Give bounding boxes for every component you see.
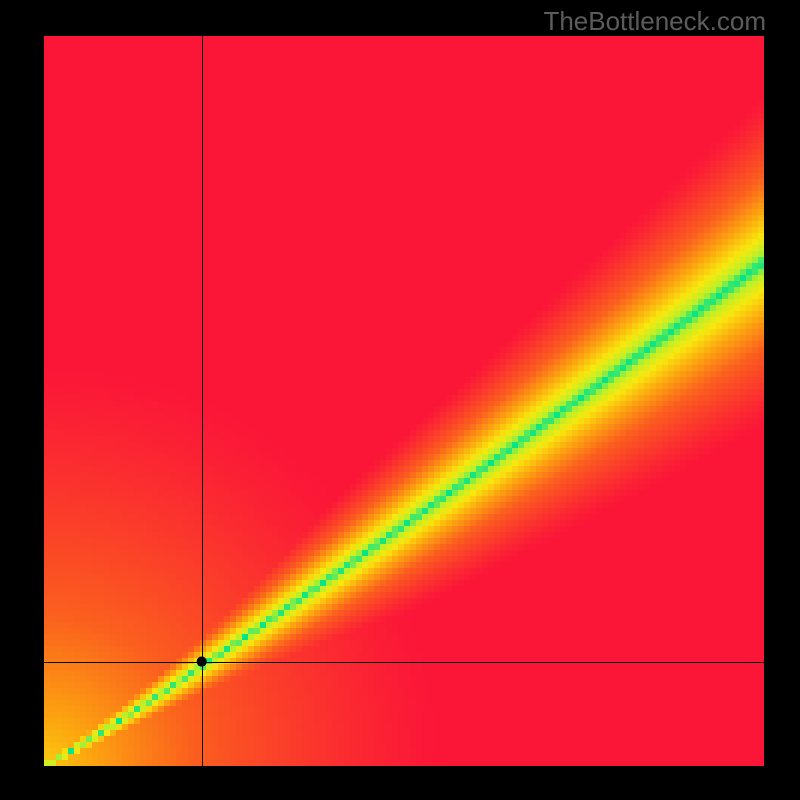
watermark-text: TheBottleneck.com [543, 6, 766, 37]
page-frame: TheBottleneck.com [0, 0, 800, 800]
heatmap-plot [44, 36, 764, 766]
heatmap-canvas [44, 36, 764, 766]
